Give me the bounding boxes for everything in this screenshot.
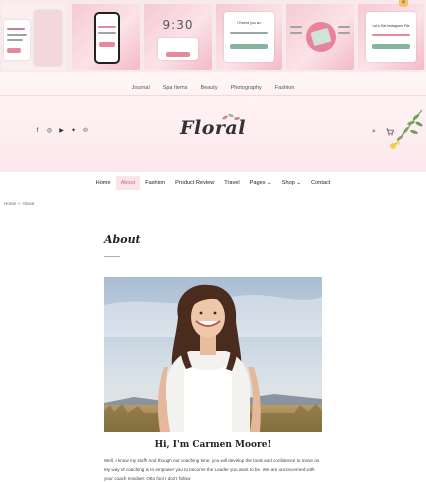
title-underline <box>104 256 120 257</box>
breadcrumb: Home» About <box>4 201 34 206</box>
main-navigation: Home About Fashion Product Review Travel… <box>0 176 426 190</box>
nav-fashion[interactable]: Fashion <box>140 176 170 190</box>
thumbnail-4[interactable]: I'll send you an <box>216 4 282 70</box>
top-menu: Journal Spa Items Beauty Photography Fas… <box>0 82 426 94</box>
intro-title: Hi, I'm Carmen Moore! <box>154 440 272 450</box>
time-display: 9:30 <box>162 18 194 32</box>
top-menu-item[interactable]: Spa Items <box>163 82 188 94</box>
nav-contact[interactable]: Contact <box>306 176 335 190</box>
site-logo[interactable]: Floral <box>0 117 426 139</box>
top-menu-item[interactable]: Photography <box>231 82 262 94</box>
top-menu-item[interactable]: Beauty <box>200 82 217 94</box>
portrait-image <box>104 277 322 432</box>
divider <box>0 95 426 96</box>
site-header: Journal Spa Items Beauty Photography Fas… <box>0 72 426 172</box>
nav-travel[interactable]: Travel <box>219 176 244 190</box>
thumbnail-3[interactable]: 9:30 <box>144 4 212 70</box>
top-menu-item[interactable]: Journal <box>132 82 150 94</box>
thumbnail-5[interactable] <box>286 4 354 70</box>
top-menu-item[interactable]: Fashion <box>275 82 295 94</box>
breadcrumb-home[interactable]: Home <box>4 201 16 206</box>
nav-product-review[interactable]: Product Review <box>170 176 219 190</box>
popup-heading-1: I'll send you an <box>237 21 261 25</box>
page-title: About <box>104 233 141 246</box>
nav-about[interactable]: About <box>115 176 141 190</box>
nav-home[interactable]: Home <box>91 176 116 190</box>
close-icon[interactable]: × <box>399 0 408 7</box>
intro-paragraph: Well, I know my stuff! And though our co… <box>104 458 321 481</box>
phone-mockup <box>94 12 120 64</box>
search-icon[interactable]: ⌕ <box>370 128 378 136</box>
greenery-decoration <box>390 109 423 149</box>
nav-pages[interactable]: Pages ⌄ <box>245 176 277 190</box>
popup-heading-3: Let's Get Instagram File <box>372 24 410 28</box>
thumbnail-6[interactable]: Let's Get Instagram File <box>358 4 424 70</box>
breadcrumb-current: About <box>22 201 35 206</box>
about-photo <box>104 277 322 432</box>
thumbnail-2[interactable] <box>72 4 140 70</box>
theme-thumbnail-strip: 9:30 I'll send you an Let's Get Instagra… <box>0 0 426 72</box>
thumbnail-1[interactable] <box>2 4 66 70</box>
nav-shop[interactable]: Shop ⌄ <box>277 176 306 190</box>
breadcrumb-separator: » <box>18 201 21 206</box>
